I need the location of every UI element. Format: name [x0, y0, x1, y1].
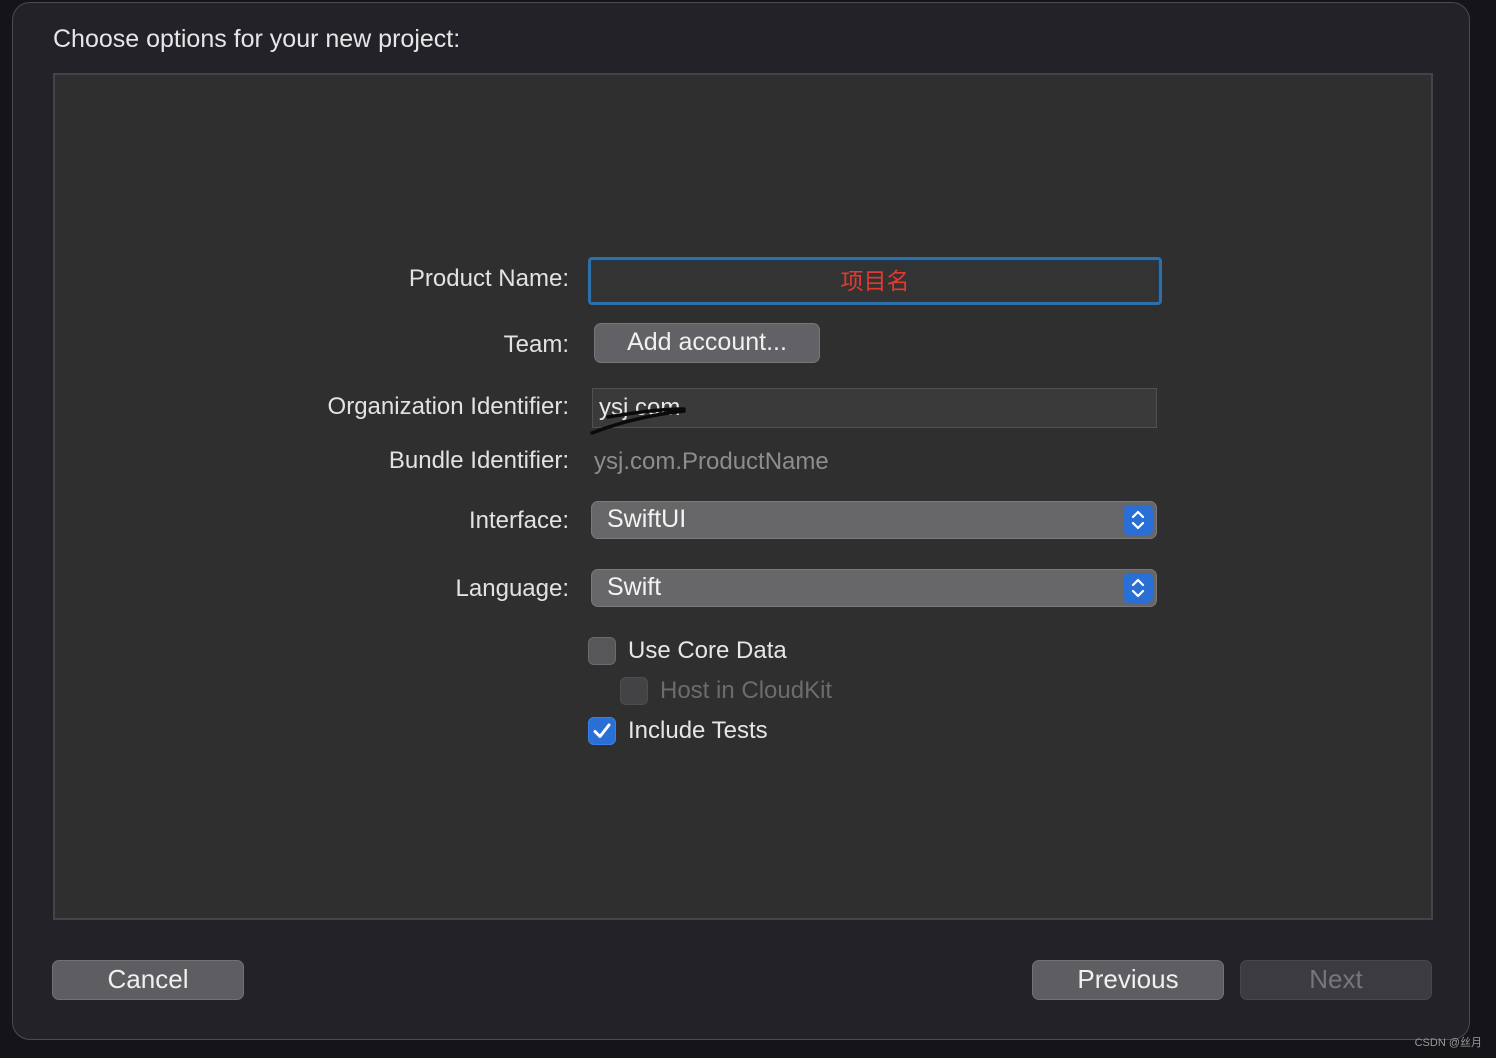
language-popup[interactable]: Swift	[591, 569, 1157, 607]
language-selected-value: Swift	[607, 573, 662, 601]
previous-button[interactable]: Previous	[1032, 960, 1224, 1000]
new-project-sheet: Choose options for your new project: Pro…	[12, 2, 1470, 1040]
add-account-button[interactable]: Add account...	[594, 323, 820, 363]
redaction-scribble	[590, 407, 686, 435]
include-tests-label: Include Tests	[628, 717, 768, 744]
updown-chevron-icon	[1123, 505, 1153, 535]
watermark: CSDN @丝月	[1414, 1037, 1482, 1049]
product-name-label: Product Name:	[408, 265, 569, 292]
organization-identifier-label: Organization Identifier:	[327, 393, 569, 420]
product-name-input[interactable]: 项目名	[588, 257, 1162, 305]
dialog-title: Choose options for your new project:	[53, 25, 461, 53]
language-label: Language:	[455, 575, 569, 602]
interface-popup[interactable]: SwiftUI	[591, 501, 1157, 539]
next-button[interactable]: Next	[1240, 960, 1432, 1000]
interface-label: Interface:	[468, 507, 569, 534]
updown-chevron-icon	[1123, 573, 1153, 603]
options-panel: Product Name: 项目名 Team: Add account... O…	[53, 73, 1433, 920]
bundle-identifier-label: Bundle Identifier:	[388, 447, 569, 474]
host-in-cloudkit-checkbox	[620, 677, 648, 705]
host-in-cloudkit-label: Host in CloudKit	[660, 677, 833, 704]
team-label: Team:	[503, 331, 569, 358]
use-core-data-checkbox[interactable]	[588, 637, 616, 665]
bundle-identifier-value: ysj.com.ProductName	[594, 448, 829, 475]
checkmark-icon	[593, 723, 611, 738]
use-core-data-label: Use Core Data	[628, 637, 787, 664]
include-tests-checkbox[interactable]	[588, 717, 616, 745]
interface-selected-value: SwiftUI	[607, 505, 687, 533]
cancel-button[interactable]: Cancel	[52, 960, 244, 1000]
